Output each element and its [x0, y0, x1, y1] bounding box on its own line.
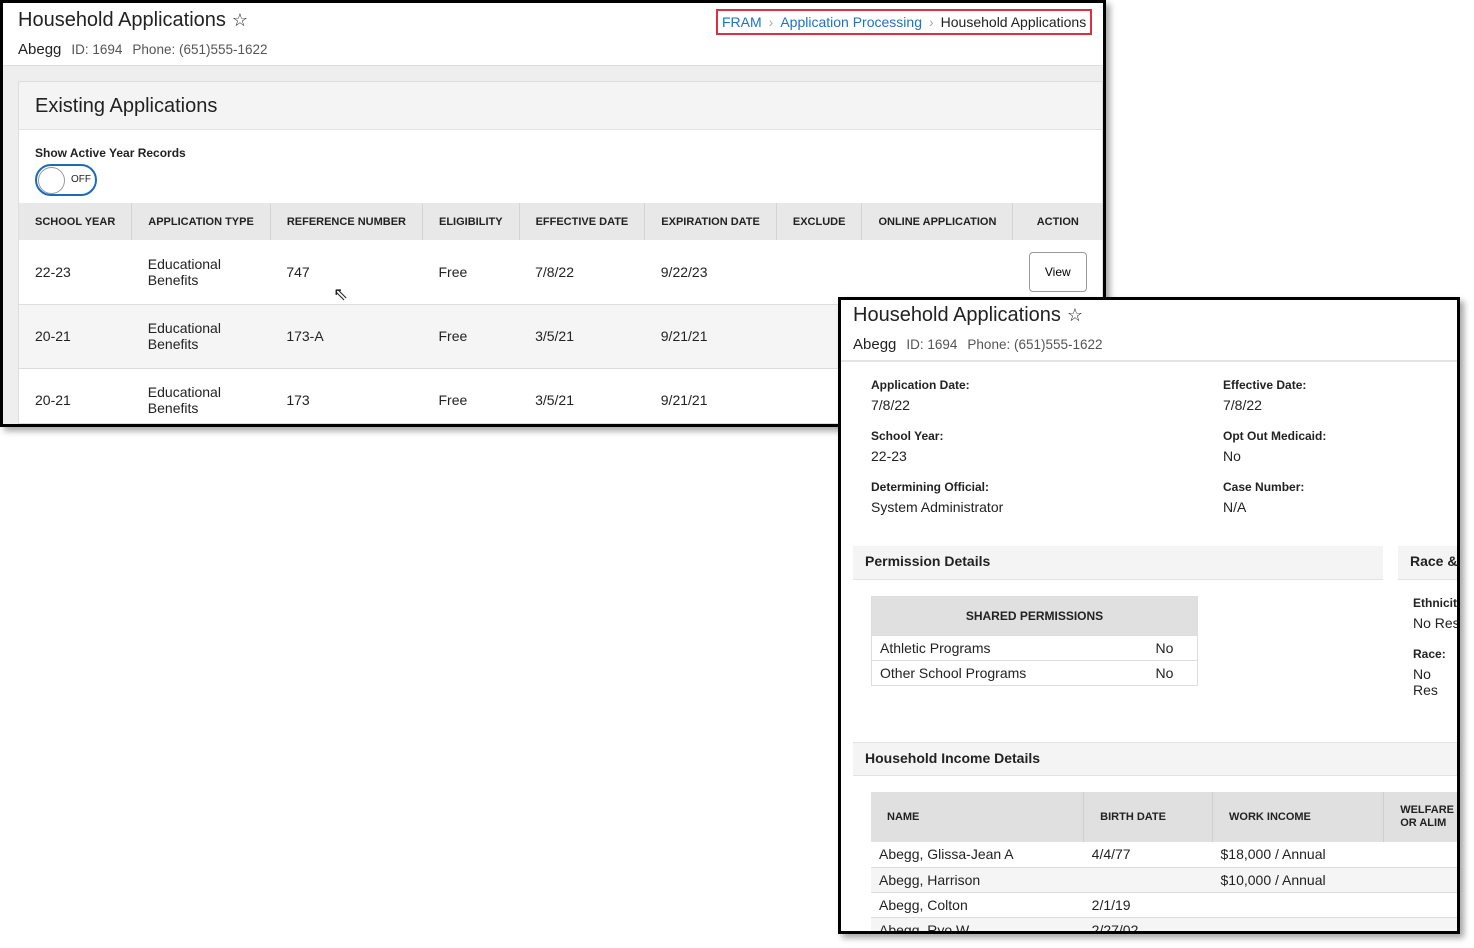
cell-name: Abegg, Ryo W	[871, 917, 1084, 931]
cell-welfare	[1383, 917, 1457, 931]
permission-row: Other School Programs No	[871, 660, 1198, 686]
income-row[interactable]: Abegg, Harrison $10,000 / Annual	[871, 867, 1457, 893]
cell-exp: 9/22/23	[644, 240, 777, 305]
column-header[interactable]: ELIGIBILITY	[422, 203, 520, 240]
permission-name: Other School Programs	[871, 660, 1148, 686]
cell-online	[861, 240, 1013, 305]
column-header[interactable]: WORK INCOME	[1212, 792, 1385, 842]
ethnicity-field: Ethnicity No Res	[1413, 596, 1460, 631]
cell-work: $10,000 / Annual	[1212, 867, 1384, 893]
cell-ref: 173-A	[270, 304, 423, 369]
breadcrumb-fram[interactable]: FRAM	[722, 14, 762, 30]
cell-exclude	[776, 240, 862, 305]
household-income-table: NAME BIRTH DATE WORK INCOME WELFARE OR ALIM…	[871, 792, 1457, 931]
shared-permissions-table: SHARED PERMISSIONS Athletic Programs No Ot…	[871, 596, 1198, 686]
cell-ref: 173	[270, 368, 423, 424]
breadcrumb-current: Household Applications	[940, 14, 1087, 30]
column-header[interactable]: WELFARE OR ALIM	[1383, 792, 1457, 842]
column-header[interactable]: REFERENCE NUMBER	[270, 203, 424, 240]
cell-year: 20-21	[19, 368, 132, 424]
cell-birth	[1083, 867, 1213, 893]
column-header[interactable]: EXCLUDE	[776, 203, 863, 240]
cell-birth: 4/4/77	[1083, 842, 1213, 868]
cell-elig: Free	[422, 240, 520, 305]
cell-eff: 7/8/22	[519, 240, 645, 305]
divider	[841, 360, 1457, 362]
section-title: Existing Applications	[19, 82, 1102, 130]
cell-eff: 3/5/21	[519, 304, 645, 369]
mouse-cursor-icon: ⇖	[333, 284, 349, 304]
cell-name: Abegg, Glissa-Jean A	[871, 842, 1084, 868]
income-row[interactable]: Abegg, Glissa-Jean A 4/4/77 $18,000 / Annu…	[871, 842, 1457, 868]
column-header[interactable]: SCHOOL YEAR	[19, 203, 133, 240]
cell-birth: 2/27/02	[1083, 917, 1213, 931]
chevron-right-icon: ›	[768, 14, 774, 30]
show-active-year-toggle[interactable]: OFF	[35, 164, 97, 196]
cell-action: View	[1012, 240, 1103, 305]
household-income-header: Household Income Details	[853, 742, 1457, 776]
permission-value: No	[1147, 635, 1198, 661]
cell-exp: 9/21/21	[644, 304, 777, 369]
view-button[interactable]: View	[1028, 251, 1087, 292]
cell-name: Abegg, Harrison	[871, 867, 1084, 893]
cell-work	[1212, 892, 1384, 918]
cell-work: $18,000 / Annual	[1212, 842, 1384, 868]
page-title: Household Applications ☆	[853, 304, 1084, 326]
race-ethnicity-header: Race &	[1398, 546, 1457, 580]
column-header[interactable]: BIRTH DATE	[1083, 792, 1213, 842]
cell-birth: 2/1/19	[1083, 892, 1213, 918]
cell-welfare	[1383, 842, 1457, 868]
cell-type: Educational Benefits	[131, 368, 271, 424]
race-field: Race: No Res	[1413, 647, 1446, 698]
column-header[interactable]: APPLICATION TYPE	[131, 203, 271, 240]
chevron-right-icon: ›	[928, 14, 934, 30]
income-row[interactable]: Abegg, Colton 2/1/19	[871, 892, 1457, 918]
toggle-label: Show Active Year Records	[35, 146, 186, 160]
cell-elig: Free	[422, 304, 520, 369]
detail-field: Opt Out Medicaid: No	[1223, 429, 1327, 464]
detail-field: School Year: 22-23	[871, 429, 944, 464]
toggle-knob	[38, 167, 65, 194]
cell-eff: 3/5/21	[519, 368, 645, 424]
breadcrumb: FRAM › Application Processing › Household Ap…	[716, 9, 1093, 35]
application-detail-window: Household Applications ☆ Abegg ID: 1694 Pho…	[838, 297, 1460, 934]
cell-type: Educational Benefits	[131, 240, 271, 305]
cell-year: 22-23	[19, 240, 132, 305]
table-row[interactable]: 22-23 Educational Benefits 747 Free 7/8/22 9/…	[19, 240, 1103, 305]
cell-name: Abegg, Colton	[871, 892, 1084, 918]
cell-year: 20-21	[19, 304, 132, 369]
cell-elig: Free	[422, 368, 520, 424]
cell-welfare	[1383, 892, 1457, 918]
permission-value: No	[1147, 660, 1198, 686]
cell-welfare	[1383, 867, 1457, 893]
permission-name: Athletic Programs	[871, 635, 1148, 661]
column-header[interactable]: ONLINE APPLICATION	[861, 203, 1014, 240]
cell-exp: 9/21/21	[644, 368, 777, 424]
breadcrumb-application-processing[interactable]: Application Processing	[780, 14, 922, 30]
cell-work	[1212, 917, 1384, 931]
permission-details-header: Permission Details	[853, 546, 1383, 580]
column-header[interactable]: NAME	[871, 792, 1085, 842]
household-info: Abegg ID: 1694 Phone: (651)555-1622	[853, 336, 1103, 353]
column-header[interactable]: ACTION	[1012, 203, 1103, 240]
detail-field: Effective Date: 7/8/22	[1223, 378, 1307, 413]
permission-row: Athletic Programs No	[871, 635, 1198, 661]
star-icon[interactable]: ☆	[232, 10, 248, 30]
detail-field: Case Number: N/A	[1223, 480, 1305, 515]
detail-field: Application Date: 7/8/22	[871, 378, 970, 413]
column-header[interactable]: EXPIRATION DATE	[644, 203, 777, 240]
column-header[interactable]: EFFECTIVE DATE	[519, 203, 646, 240]
cell-type: Educational Benefits	[131, 304, 271, 369]
detail-field: Determining Official: System Administrato…	[871, 480, 1004, 515]
income-row[interactable]: Abegg, Ryo W 2/27/02	[871, 917, 1457, 931]
page-title: Household Applications ☆	[18, 9, 249, 31]
household-info: Abegg ID: 1694 Phone: (651)555-1622	[18, 41, 268, 58]
star-icon[interactable]: ☆	[1067, 305, 1083, 325]
